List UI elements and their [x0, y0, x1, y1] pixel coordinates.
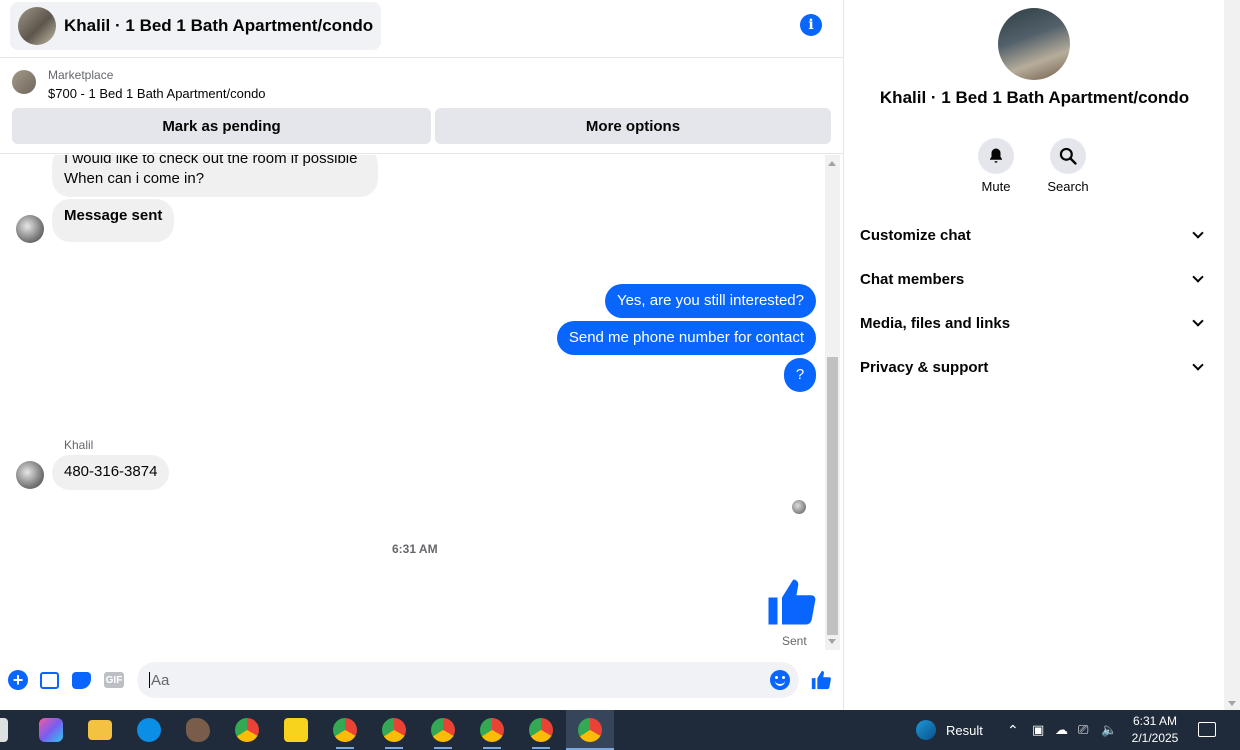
result-label: Result: [946, 722, 983, 738]
chrome-icon[interactable]: [235, 718, 259, 742]
marketplace-label: Marketplace: [48, 68, 114, 82]
row-label: Customize chat: [860, 226, 971, 244]
page-scrollbar[interactable]: [1224, 0, 1240, 710]
chrome-profile-icon[interactable]: [431, 718, 455, 742]
customize-chat-row[interactable]: Customize chat: [860, 213, 1208, 257]
chat-header: Khalil · 1 Bed 1 Bath Apartment/condo i: [0, 0, 843, 58]
task-view-icon[interactable]: [0, 718, 8, 742]
clock-date: 2/1/2025: [1131, 731, 1179, 745]
search-icon: [1050, 138, 1086, 174]
incoming-message[interactable]: Message sent: [52, 199, 175, 242]
plus-icon[interactable]: +: [8, 670, 28, 690]
running-indicator: [336, 747, 354, 749]
scroll-down-icon[interactable]: [1228, 701, 1236, 706]
chevron-up-icon[interactable]: ⌃: [1007, 710, 1019, 750]
chrome-profile-icon[interactable]: [382, 718, 406, 742]
outgoing-message[interactable]: ?: [784, 358, 816, 392]
clock-time: 6:31 AM: [1132, 714, 1178, 728]
paint-icon[interactable]: [186, 718, 210, 742]
text-caret: [149, 672, 150, 688]
outgoing-message[interactable]: Send me phone number for contact: [556, 321, 816, 355]
screen: Khalil · 1 Bed 1 Bath Apartment/condo i …: [0, 0, 1240, 750]
message-input[interactable]: Aa: [137, 662, 799, 698]
sender-name: Khalil: [64, 438, 94, 452]
message-list: I would like to check out the room if po…: [0, 155, 843, 650]
row-label: Privacy & support: [860, 358, 989, 376]
info-icon[interactable]: i: [800, 14, 822, 36]
gif-icon[interactable]: GIF: [104, 672, 124, 688]
onedrive-icon[interactable]: ☁: [1055, 710, 1068, 750]
bell-icon: [978, 138, 1014, 174]
mute-button[interactable]: Mute: [966, 138, 1026, 194]
chevron-down-icon: [1192, 359, 1204, 371]
system-clock[interactable]: 6:31 AM 2/1/2025: [1124, 713, 1186, 747]
chevron-down-icon: [1192, 271, 1204, 283]
chrome-profile-icon[interactable]: [480, 718, 504, 742]
privacy-support-row[interactable]: Privacy & support: [860, 345, 1208, 389]
volume-icon[interactable]: 🔈: [1101, 710, 1117, 750]
row-label: Media, files and links: [860, 314, 1011, 332]
chrome-profile-icon[interactable]: [578, 718, 602, 742]
running-indicator: [434, 747, 452, 749]
file-explorer-icon[interactable]: [88, 720, 112, 740]
sticky-notes-icon[interactable]: [284, 718, 308, 742]
scroll-up-icon[interactable]: [828, 161, 836, 166]
chrome-profile-icon[interactable]: [529, 718, 553, 742]
conversation-title: Khalil · 1 Bed 1 Bath Apartment/condo: [64, 16, 374, 35]
message-text: When can i come in?: [64, 170, 205, 187]
like-icon[interactable]: [810, 669, 832, 691]
contact-avatar[interactable]: [16, 461, 44, 489]
incoming-message[interactable]: I would like to check out the room if po…: [52, 155, 378, 197]
listing-title[interactable]: $700 - 1 Bed 1 Bath Apartment/condo: [48, 86, 266, 101]
photo-icon[interactable]: [40, 672, 59, 689]
contact-avatar[interactable]: [16, 215, 44, 243]
message-text: I would like to check out the room if po…: [64, 155, 358, 167]
scroll-down-icon[interactable]: [828, 639, 836, 644]
running-indicator: [483, 747, 501, 749]
widgets-result[interactable]: Result: [916, 710, 983, 750]
marketplace-banner: Marketplace $700 - 1 Bed 1 Bath Apartmen…: [0, 58, 843, 154]
running-indicator: [385, 747, 403, 749]
read-receipt-avatar: [792, 500, 806, 514]
media-files-links-row[interactable]: Media, files and links: [860, 301, 1208, 345]
chevron-down-icon: [1192, 315, 1204, 327]
meet-icon[interactable]: ▣: [1032, 710, 1044, 750]
copilot-icon[interactable]: [39, 718, 63, 742]
chevron-down-icon: [1192, 227, 1204, 239]
composer: + GIF Aa: [0, 660, 843, 700]
incoming-message[interactable]: 480-316-3874: [52, 455, 170, 490]
sent-status: Sent: [782, 634, 807, 648]
sticker-icon[interactable]: [72, 672, 91, 689]
message-input-placeholder: Aa: [151, 671, 170, 689]
network-icon[interactable]: ⎚: [1078, 710, 1088, 750]
thumbs-up-icon[interactable]: [764, 575, 818, 629]
outgoing-message[interactable]: Yes, are you still interested?: [604, 284, 816, 318]
more-options-button[interactable]: More options: [435, 108, 831, 144]
running-indicator: [532, 747, 550, 749]
chat-column: Khalil · 1 Bed 1 Bath Apartment/condo i …: [0, 0, 844, 710]
chat-members-row[interactable]: Chat members: [860, 257, 1208, 301]
profile-name: Khalil · 1 Bed 1 Bath Apartment/condo: [879, 88, 1190, 107]
mute-label: Mute: [981, 179, 1011, 194]
row-label: Chat members: [860, 270, 965, 288]
taskbar: Result ⌃ ▣ ☁ ⎚ 🔈 6:31 AM 2/1/2025: [0, 710, 1240, 750]
listing-thumbnail[interactable]: [12, 70, 36, 94]
conversation-avatar: [18, 7, 56, 45]
search-button[interactable]: Search: [1038, 138, 1098, 194]
conversation-title-button[interactable]: Khalil · 1 Bed 1 Bath Apartment/condo: [10, 2, 382, 50]
chat-scrollbar[interactable]: [825, 155, 840, 650]
chrome-profile-icon[interactable]: [333, 718, 357, 742]
profile-avatar[interactable]: [998, 8, 1070, 80]
scrollbar-thumb[interactable]: [827, 357, 838, 635]
skype-icon[interactable]: [137, 718, 161, 742]
emoji-icon[interactable]: [770, 670, 790, 690]
message-timestamp: 6:31 AM: [392, 542, 438, 556]
cricket-icon: [916, 720, 936, 740]
search-label: Search: [1047, 179, 1089, 194]
mark-as-pending-button[interactable]: Mark as pending: [12, 108, 431, 144]
conversation-details-panel: Khalil · 1 Bed 1 Bath Apartment/condo Mu…: [845, 0, 1224, 710]
notification-icon[interactable]: [1198, 722, 1216, 737]
